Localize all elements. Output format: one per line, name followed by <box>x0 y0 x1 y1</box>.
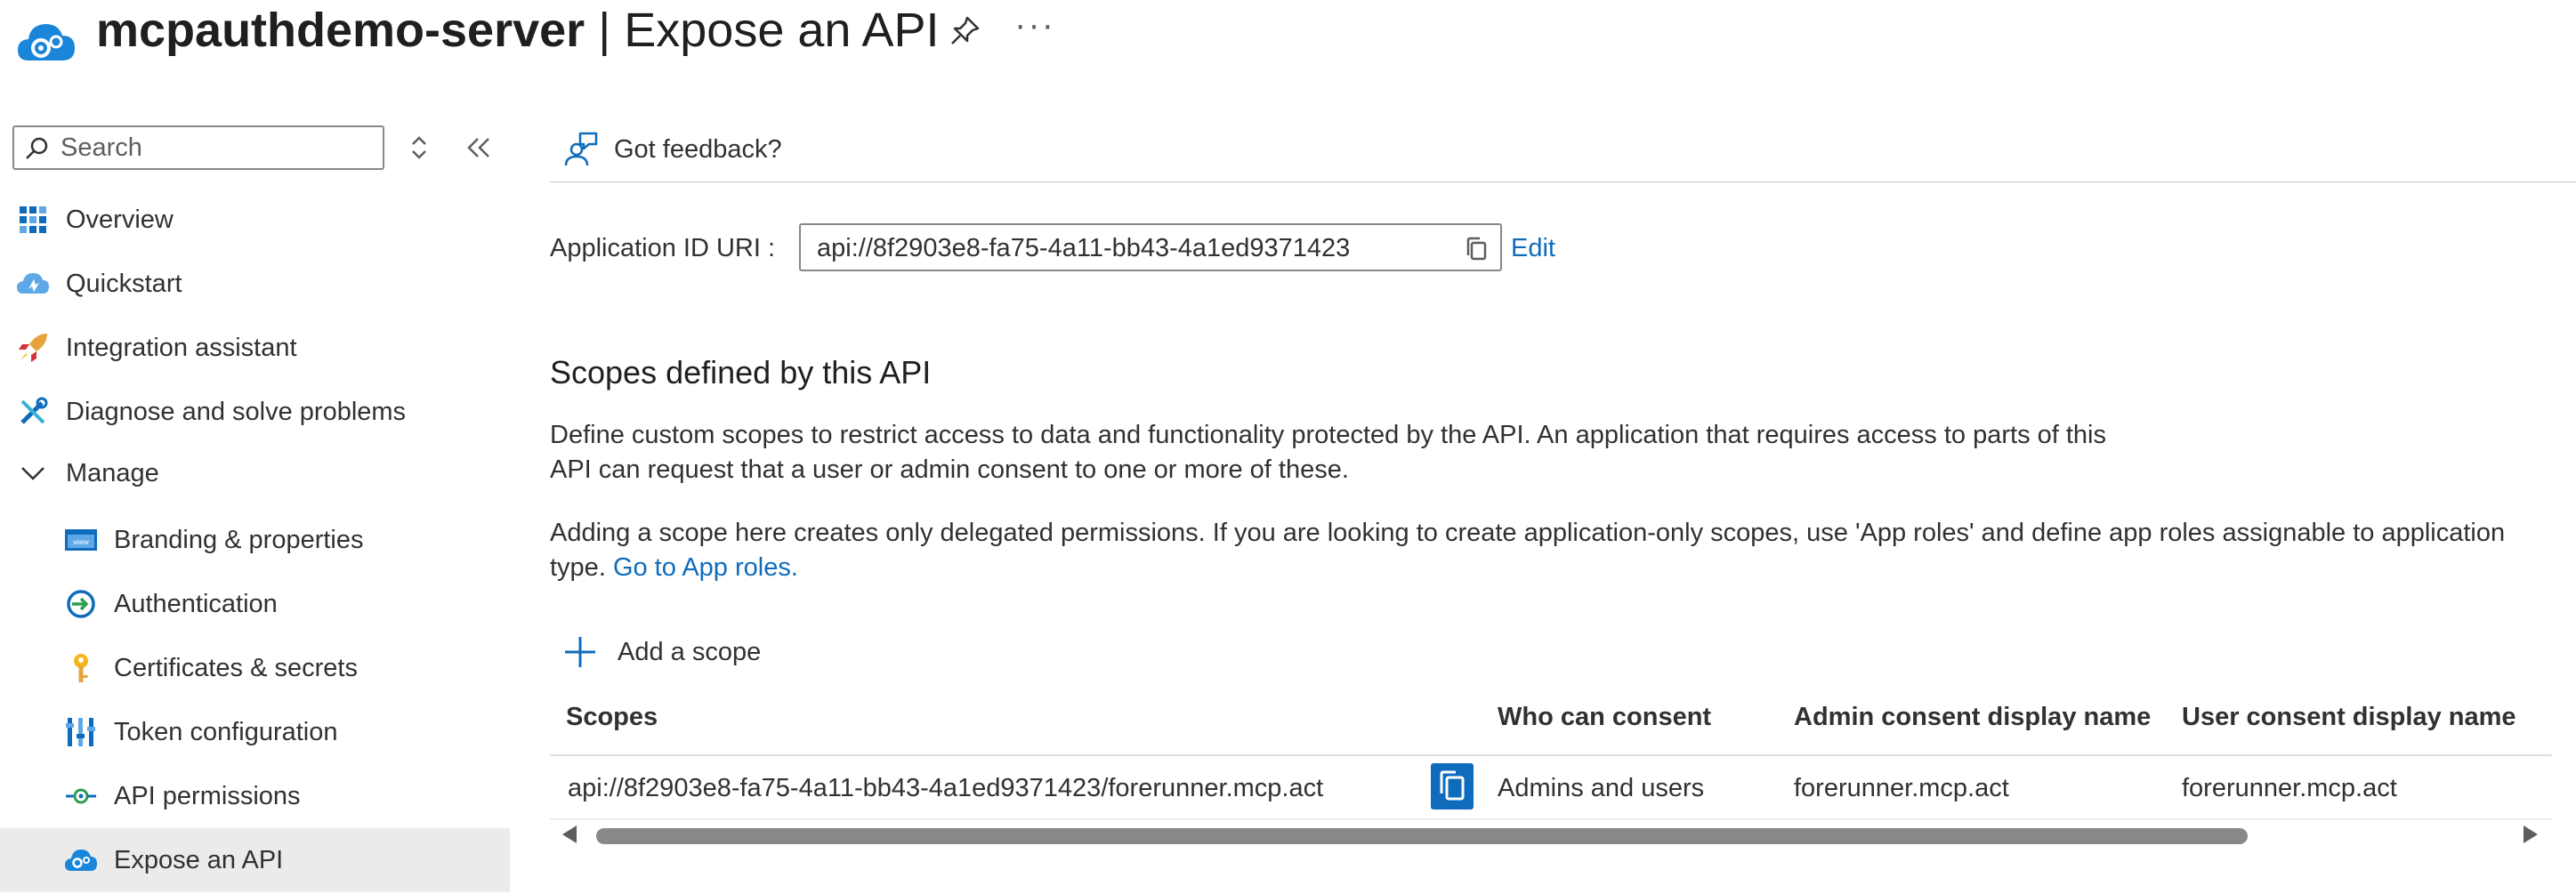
key-icon <box>64 651 98 685</box>
app-roles-note-prefix: type. <box>550 553 606 582</box>
page-title: mcpauthdemo-server | Expose an API <box>96 0 939 60</box>
app-roles-note-line-1: Adding a scope here creates only delegat… <box>550 519 2506 547</box>
sidebar-item-label: Authentication <box>114 589 278 618</box>
copy-scope-icon[interactable] <box>1431 763 1474 809</box>
app-id-uri-value: api://8f2903e8-fa75-4a11-bb43-4a1ed93714… <box>817 234 1351 262</box>
scopes-description-line-2: API can request that a user or admin con… <box>550 455 1349 484</box>
scroll-left-arrow[interactable] <box>562 826 577 843</box>
sidebar-item-authentication[interactable]: Authentication <box>64 572 278 636</box>
sidebar-item-label: Certificates & secrets <box>114 653 358 682</box>
horizontal-scrollbar[interactable] <box>596 828 2248 844</box>
sidebar-item-quickstart[interactable]: Quickstart <box>16 252 182 316</box>
toolbar-divider <box>550 181 2576 182</box>
column-header-scopes[interactable]: Scopes <box>566 703 658 732</box>
api-permissions-icon <box>64 779 98 813</box>
scroll-right-arrow[interactable] <box>2524 826 2538 843</box>
sidebar-item-token-configuration[interactable]: Token configuration <box>64 700 338 764</box>
column-header-admin-consent-name[interactable]: Admin consent display name <box>1794 703 2151 732</box>
column-header-who-can-consent[interactable]: Who can consent <box>1498 703 1711 732</box>
table-row-divider <box>550 818 2552 819</box>
branding-icon: www <box>64 523 98 557</box>
who-can-consent-cell: Admins and users <box>1498 774 1705 802</box>
user-consent-name-cell: forerunner.mcp.act <box>2182 774 2397 802</box>
wrench-icon <box>16 395 50 429</box>
search-input[interactable] <box>61 131 372 165</box>
plus-icon <box>565 637 595 667</box>
table-header-divider <box>550 754 2552 756</box>
app-roles-note-line-2: type. Go to App roles. <box>550 551 798 585</box>
chevron-down-icon <box>16 456 50 490</box>
feedback-label: Got feedback? <box>614 134 782 164</box>
add-scope-label: Add a scope <box>618 637 762 666</box>
app-registration-icon <box>16 16 78 69</box>
sidebar-item-label: Expose an API <box>114 845 284 874</box>
sidebar-item-diagnose[interactable]: Diagnose and solve problems <box>16 380 406 444</box>
expose-api-icon <box>64 843 98 877</box>
scopes-description-line-1: Define custom scopes to restrict access … <box>550 421 2106 449</box>
app-id-uri-field: api://8f2903e8-fa75-4a11-bb43-4a1ed93714… <box>799 223 1502 271</box>
sidebar-item-label: Integration assistant <box>66 333 297 362</box>
quickstart-cloud-icon <box>16 267 50 301</box>
overview-grid-icon <box>16 203 50 237</box>
sidebar-item-expose-api[interactable]: Expose an API <box>0 828 510 892</box>
sidebar-group-manage[interactable]: Manage <box>16 441 159 505</box>
pin-icon[interactable] <box>948 12 983 48</box>
collapse-sidebar-icon[interactable] <box>463 132 495 164</box>
sidebar-item-label: Branding & properties <box>114 525 364 554</box>
rocket-icon <box>16 331 50 365</box>
svg-text:www: www <box>72 538 89 546</box>
sort-icon[interactable] <box>406 132 432 164</box>
admin-consent-name-cell: forerunner.mcp.act <box>1794 774 2009 802</box>
sidebar-item-certificates[interactable]: Certificates & secrets <box>64 636 358 700</box>
sidebar-item-api-permissions[interactable]: API permissions <box>64 764 301 828</box>
copy-icon[interactable] <box>1463 236 1490 262</box>
more-options-button[interactable]: ··· <box>1014 7 1055 43</box>
sidebar-item-integration-assistant[interactable]: Integration assistant <box>16 316 297 380</box>
scopes-heading: Scopes defined by this API <box>550 354 932 391</box>
sidebar-search[interactable] <box>12 125 384 170</box>
add-scope-button[interactable]: Add a scope <box>562 630 761 674</box>
go-to-app-roles-link[interactable]: Go to App roles. <box>613 553 798 582</box>
sidebar-item-label: Overview <box>66 205 174 234</box>
sidebar-item-label: Manage <box>66 458 159 487</box>
column-header-user-consent-name[interactable]: User consent display name <box>2182 703 2516 732</box>
app-name: mcpauthdemo-server <box>96 4 585 57</box>
sidebar-item-label: Diagnose and solve problems <box>66 397 407 426</box>
token-icon <box>64 715 98 749</box>
authentication-icon <box>64 587 98 621</box>
sidebar-item-branding[interactable]: www Branding & properties <box>64 508 364 572</box>
title-separator: | <box>585 4 625 57</box>
feedback-button[interactable]: Got feedback? <box>561 125 782 174</box>
app-id-uri-label: Application ID URI : <box>550 234 776 262</box>
sidebar-item-label: API permissions <box>114 781 301 810</box>
sidebar-item-label: Token configuration <box>114 717 338 746</box>
feedback-icon <box>564 132 598 166</box>
page-name: Expose an API <box>624 4 940 57</box>
search-icon <box>26 137 48 159</box>
sidebar-item-label: Quickstart <box>66 269 182 298</box>
edit-app-id-link[interactable]: Edit <box>1511 234 1555 263</box>
scope-link[interactable]: api://8f2903e8-fa75-4a11-bb43-4a1ed93714… <box>568 774 1323 803</box>
sidebar-item-overview[interactable]: Overview <box>16 188 174 252</box>
